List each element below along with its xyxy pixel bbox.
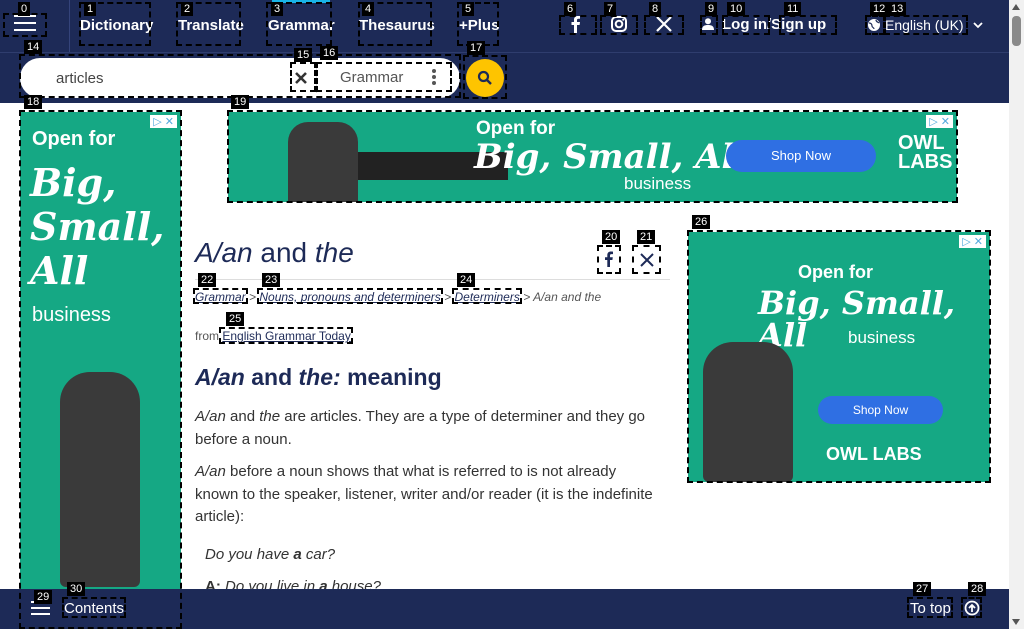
marker-box-7 — [600, 15, 638, 35]
marker-29: 29 — [34, 590, 53, 604]
marker-box-27 — [907, 597, 953, 618]
marker-box-21 — [632, 245, 661, 274]
marker-9: 9 — [705, 2, 718, 16]
example-1: Do you have a car? — [205, 546, 335, 563]
page-scrollbar[interactable] — [1009, 0, 1024, 629]
marker-25: 25 — [226, 312, 245, 326]
marker-5: 5 — [462, 2, 475, 16]
paragraph-1: A/an and the are articles. They are a ty… — [195, 406, 660, 451]
p1-the: the — [259, 408, 281, 425]
marker-box-15 — [290, 62, 316, 92]
marker-box-18 — [19, 110, 182, 629]
marker-28: 28 — [968, 582, 987, 596]
marker-14: 14 — [24, 40, 43, 54]
marker-box-23 — [257, 288, 443, 304]
marker-6: 6 — [564, 2, 577, 16]
title-the: the — [314, 237, 354, 268]
paragraph-2: A/an before a noun shows that what is re… — [195, 461, 660, 529]
p2-text: before a noun shows that what is referre… — [195, 463, 653, 525]
marker-26: 26 — [692, 215, 711, 229]
marker-box-26 — [687, 230, 991, 483]
marker-27: 27 — [913, 582, 932, 596]
breadcrumb-current: A/an and the — [533, 290, 602, 304]
section-heading: A/an and the: meaning — [195, 364, 442, 391]
marker-23: 23 — [262, 273, 281, 287]
marker-12: 12 — [870, 2, 889, 16]
title-a-an: A/an — [195, 237, 253, 268]
ex1-article: a — [293, 546, 302, 563]
marker-8: 8 — [649, 2, 662, 16]
marker-19: 19 — [231, 95, 250, 109]
marker-15: 15 — [294, 48, 313, 62]
h2-the: the: — [298, 364, 341, 390]
marker-21: 21 — [637, 230, 656, 244]
marker-box-30 — [62, 597, 126, 618]
marker-17: 17 — [467, 41, 486, 55]
chevron-down-icon — [973, 22, 984, 29]
nav-divider — [69, 0, 70, 52]
top-nav: Dictionary Translate Grammar Thesaurus +… — [0, 0, 1009, 52]
marker-18: 18 — [24, 95, 43, 109]
ex1-post: car? — [301, 546, 336, 563]
marker-box-28 — [961, 597, 982, 618]
marker-box-19 — [227, 110, 958, 203]
marker-11: 11 — [784, 2, 802, 16]
source-from: from — [195, 329, 219, 343]
marker-3: 3 — [271, 2, 284, 16]
marker-4: 4 — [362, 2, 375, 16]
marker-30: 30 — [67, 582, 86, 596]
marker-13: 13 — [888, 2, 907, 16]
p1-a-an: A/an — [195, 408, 226, 425]
ex1-pre: Do you have — [205, 546, 294, 563]
scroll-down-icon[interactable] — [1012, 619, 1020, 625]
marker-22: 22 — [198, 273, 217, 287]
marker-24: 24 — [457, 273, 476, 287]
marker-box-17 — [463, 55, 507, 99]
scrollbar-thumb[interactable] — [1012, 16, 1021, 46]
h2-and: and — [244, 364, 299, 390]
marker-16: 16 — [320, 46, 339, 60]
h2-a-an: A/an — [195, 364, 245, 390]
marker-1: 1 — [84, 2, 97, 16]
marker-box-20 — [597, 245, 621, 274]
marker-box-13 — [884, 15, 968, 35]
marker-box-9 — [700, 15, 718, 35]
marker-box-24 — [452, 288, 522, 304]
marker-box-8 — [644, 15, 684, 35]
marker-box-12 — [865, 15, 885, 35]
p1-and: and — [225, 408, 260, 425]
scroll-up-icon[interactable] — [1012, 4, 1020, 10]
marker-box-11 — [779, 15, 837, 35]
title-and: and — [252, 237, 315, 268]
marker-box-0 — [3, 13, 47, 37]
page-title: A/an and the — [195, 237, 354, 269]
marker-box-10 — [722, 15, 770, 35]
p2-a-an: A/an — [195, 463, 226, 480]
marker-box-22 — [193, 288, 248, 304]
marker-20: 20 — [602, 230, 621, 244]
h2-meaning: meaning — [340, 364, 442, 390]
marker-box-6 — [559, 15, 597, 35]
marker-10: 10 — [727, 2, 746, 16]
marker-2: 2 — [181, 2, 194, 16]
marker-box-25 — [219, 327, 353, 344]
marker-0: 0 — [18, 2, 31, 16]
marker-7: 7 — [604, 2, 617, 16]
page: Dictionary Translate Grammar Thesaurus +… — [0, 0, 1009, 629]
marker-box-16 — [316, 62, 452, 92]
